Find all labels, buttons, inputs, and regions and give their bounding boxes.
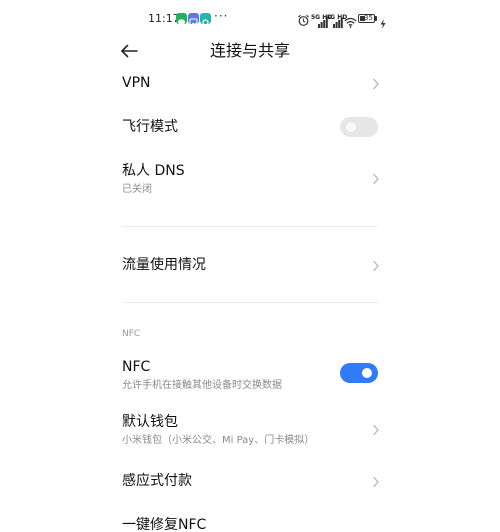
airplane-mode-toggle[interactable] (340, 117, 378, 137)
data-usage-label: 流量使用情况 (122, 257, 206, 273)
chevron-right-icon (373, 424, 379, 436)
private-dns-label: 私人 DNS (122, 163, 185, 179)
divider (122, 226, 378, 227)
default-wallet-label: 默认钱包 (122, 414, 178, 430)
status-time: 11:17 (148, 12, 180, 25)
nfc-label: NFC (122, 359, 151, 375)
nfc-section-header: NFC (122, 329, 141, 339)
divider (122, 302, 378, 303)
chevron-right-icon (373, 476, 379, 488)
tap-to-pay-label: 感应式付款 (122, 473, 192, 489)
chevron-right-icon (373, 260, 379, 272)
nfc-toggle[interactable] (340, 363, 378, 383)
security-app-icon (200, 13, 211, 26)
page-title: 连接与共享 (209, 41, 290, 60)
private-dns-status: 已关闭 (122, 184, 152, 195)
chevron-right-icon (373, 78, 379, 90)
header: 连接与共享 (0, 36, 500, 66)
chevron-right-icon (373, 173, 379, 185)
tap-to-pay-row[interactable]: 感应式付款 (122, 472, 380, 494)
battery-icon: 35 (358, 14, 375, 23)
gallery-app-icon (188, 13, 199, 27)
status-bar: 11:17 ··· 5G HD 4G HD 35 (0, 0, 500, 40)
cell-signal-icon-2 (333, 13, 343, 32)
more-notifications-icon: ··· (214, 9, 229, 23)
airplane-mode-label: 飞行模式 (122, 119, 178, 135)
vpn-row[interactable]: VPN (122, 74, 380, 96)
data-usage-row[interactable]: 流量使用情况 (122, 256, 380, 278)
nfc-description: 允许手机在接触其他设备时交换数据 (122, 380, 282, 391)
battery-percentage: 35 (364, 14, 373, 22)
wifi-icon (344, 13, 357, 32)
charging-icon (380, 14, 386, 33)
private-dns-row[interactable]: 私人 DNS 已关闭 (122, 162, 380, 198)
default-wallet-value: 小米钱包（小米公交、Mi Pay、门卡模拟） (122, 435, 315, 446)
chat-app-icon (176, 13, 187, 25)
vpn-label: VPN (122, 75, 151, 91)
alarm-icon (297, 12, 310, 26)
nfc-repair-label: 一键修复NFC (122, 517, 207, 532)
nfc-repair-row[interactable]: 一键修复NFC (122, 516, 380, 532)
default-wallet-row[interactable]: 默认钱包 小米钱包（小米公交、Mi Pay、门卡模拟） (122, 413, 380, 449)
